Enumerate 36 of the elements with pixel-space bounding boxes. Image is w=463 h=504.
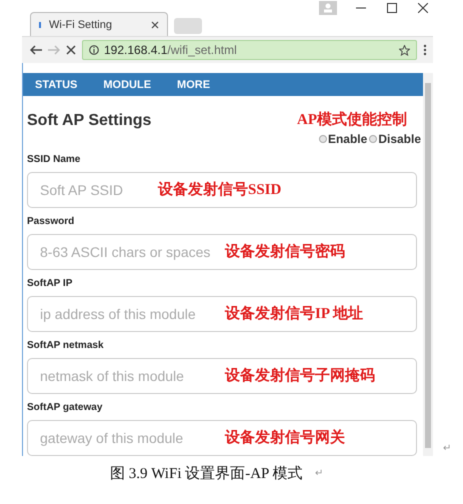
annotation: 设备发射信号网关: [225, 428, 345, 447]
url-text: 192.168.4.1/wifi_set.html: [104, 43, 238, 57]
scrollbar[interactable]: [423, 73, 433, 456]
nav-link[interactable]: MODULE: [103, 78, 152, 90]
nav-link[interactable]: STATUS: [35, 78, 78, 90]
address-bar[interactable]: 192.168.4.1/wifi_set.html: [82, 40, 417, 60]
close-icon[interactable]: [151, 20, 159, 28]
field-label: SSID Name: [27, 153, 82, 166]
close-icon[interactable]: [418, 3, 428, 13]
radio-button[interactable]: [369, 135, 378, 143]
stop-icon[interactable]: [66, 45, 76, 55]
section-title: Soft AP Settings: [27, 112, 152, 130]
annotation: 设备发射信号IP 地址: [225, 304, 363, 323]
maximize-icon[interactable]: [387, 3, 397, 13]
info-icon[interactable]: [89, 45, 99, 55]
star-icon[interactable]: [399, 44, 410, 56]
return-mark: ↵: [315, 468, 324, 479]
back-icon[interactable]: [30, 45, 42, 55]
scroll-thumb[interactable]: [425, 83, 431, 448]
figure-caption: 图 3.9 WiFi 设置界面-AP 模式: [110, 464, 303, 483]
field-label: SoftAP IP: [27, 277, 74, 290]
radio-label[interactable]: Enable: [328, 132, 368, 146]
annotation: 设备发射信号子网掩码: [225, 366, 375, 385]
field-label: SoftAP netmask: [27, 339, 105, 352]
annotation: 设备发射信号密码: [225, 242, 345, 261]
annotation: 设备发射信号SSID: [158, 180, 282, 199]
tab-title: Wi-Fi Setting: [49, 18, 113, 30]
return-mark: ↵: [443, 443, 452, 454]
radio-button[interactable]: [318, 135, 327, 143]
field-label: SoftAP gateway: [27, 401, 104, 414]
field-label: Password: [27, 215, 76, 228]
browser-tab[interactable]: Wi-Fi Setting: [30, 12, 168, 36]
menu-icon[interactable]: [423, 44, 427, 56]
annotation: AP模式使能控制: [297, 110, 407, 129]
nav-link[interactable]: MORE: [177, 78, 210, 90]
radio-label[interactable]: Disable: [378, 132, 421, 146]
